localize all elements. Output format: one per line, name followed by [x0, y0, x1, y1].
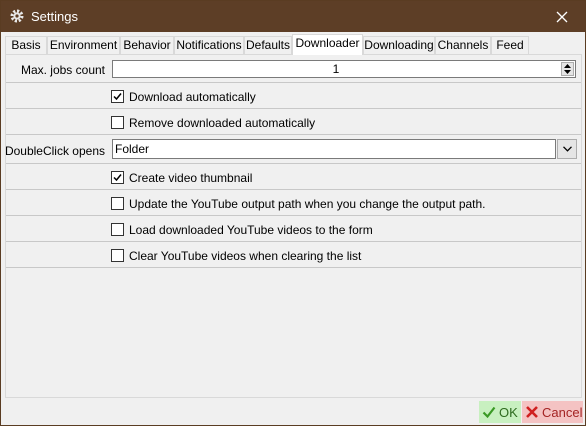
update-yt-path-checkbox[interactable]: [111, 197, 124, 210]
tab-basis[interactable]: Basis: [5, 36, 47, 54]
settings-window: Settings Basis Environment Behavior Noti…: [0, 0, 586, 426]
cancel-label: Cancel: [542, 404, 583, 420]
chevron-up-icon: [564, 64, 571, 68]
stepper-down-button[interactable]: [562, 69, 573, 75]
tab-downloader[interactable]: Downloader: [292, 34, 363, 55]
update-yt-path-label: Update the YouTube output path when you …: [129, 197, 486, 211]
tab-environment[interactable]: Environment: [47, 36, 120, 54]
load-yt-videos-checkbox[interactable]: [111, 223, 124, 236]
remove-downloaded-row: Remove downloaded automatically: [6, 109, 581, 135]
tab-notifications[interactable]: Notifications: [174, 36, 244, 54]
clear-yt-videos-checkbox[interactable]: [111, 249, 124, 262]
doubleclick-label: DoubleClick opens: [4, 144, 105, 158]
checkmark-icon: [113, 93, 122, 101]
cancel-button[interactable]: Cancel: [522, 401, 583, 423]
window-title: Settings: [31, 9, 78, 24]
tab-feed[interactable]: Feed: [491, 36, 529, 54]
remove-downloaded-label: Remove downloaded automatically: [129, 116, 316, 130]
max-jobs-stepper[interactable]: 1: [112, 60, 576, 78]
max-jobs-value: 1: [332, 62, 340, 76]
doubleclick-value: Folder: [115, 142, 150, 156]
tab-downloading[interactable]: Downloading: [363, 36, 435, 54]
cross-icon: [526, 406, 538, 418]
create-thumbnail-checkbox[interactable]: [111, 171, 124, 184]
max-jobs-row: Max. jobs count 1: [6, 55, 581, 83]
gear-icon: [9, 8, 25, 24]
update-yt-path-row: Update the YouTube output path when you …: [6, 190, 581, 216]
checkmark-icon: [113, 174, 122, 182]
load-yt-videos-label: Load downloaded YouTube videos to the fo…: [129, 223, 373, 237]
title-bar: Settings: [1, 1, 585, 32]
max-jobs-label: Max. jobs count: [20, 63, 105, 77]
stepper-buttons: [561, 62, 574, 76]
tab-defaults[interactable]: Defaults: [244, 36, 292, 54]
close-icon: [556, 11, 568, 22]
chevron-down-icon: [562, 146, 572, 152]
load-yt-videos-row: Load downloaded YouTube videos to the fo…: [6, 216, 581, 242]
downloader-panel: Max. jobs count 1 Download automatically: [5, 54, 582, 398]
ok-label: OK: [499, 404, 518, 420]
chevron-down-icon: [564, 70, 571, 74]
download-auto-label: Download automatically: [129, 90, 256, 104]
doubleclick-select[interactable]: Folder: [112, 139, 556, 159]
close-button[interactable]: [539, 1, 585, 32]
create-thumbnail-row: Create video thumbnail: [6, 164, 581, 190]
tab-channels[interactable]: Channels: [435, 36, 491, 54]
remove-downloaded-checkbox[interactable]: [111, 116, 124, 129]
create-thumbnail-label: Create video thumbnail: [129, 171, 253, 185]
download-auto-row: Download automatically: [6, 83, 581, 109]
clear-yt-videos-row: Clear YouTube videos when clearing the l…: [6, 242, 581, 268]
ok-button[interactable]: OK: [479, 401, 521, 423]
checkmark-icon: [482, 406, 496, 419]
clear-yt-videos-label: Clear YouTube videos when clearing the l…: [129, 249, 362, 263]
download-auto-checkbox[interactable]: [111, 90, 124, 103]
tab-behavior[interactable]: Behavior: [120, 36, 174, 54]
doubleclick-dropdown-button[interactable]: [557, 139, 577, 159]
